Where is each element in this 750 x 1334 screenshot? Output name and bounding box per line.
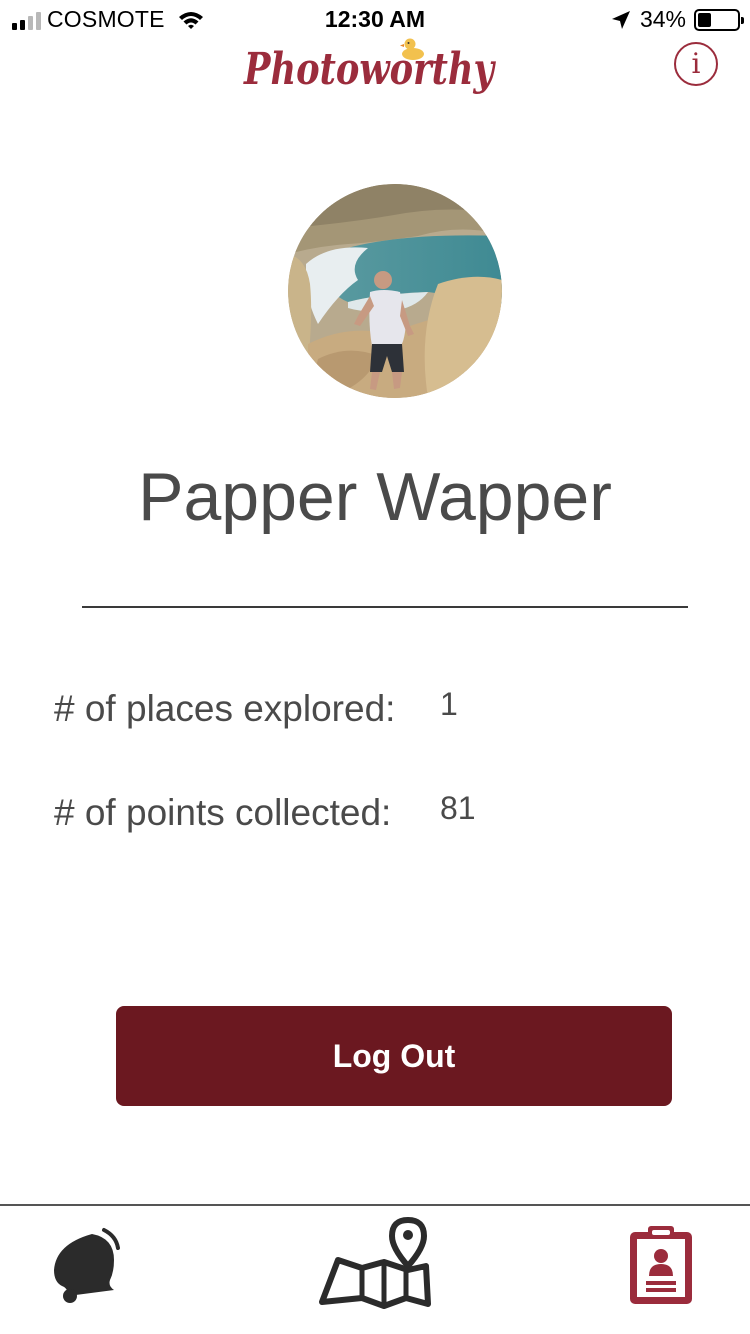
bell-icon [54, 1228, 120, 1303]
battery-percentage: 34% [639, 6, 686, 32]
divider [82, 606, 688, 608]
user-name: Papper Wapper [138, 459, 612, 535]
logo-text: Photoworthy [242, 44, 496, 95]
location-arrow-icon [611, 10, 630, 29]
app-logo: Photoworthy [242, 38, 497, 95]
info-button[interactable]: i [674, 42, 718, 86]
tab-profile[interactable] [628, 1224, 694, 1306]
map-pin-icon [319, 1216, 431, 1309]
places-explored-value: 1 [440, 686, 458, 722]
logout-button[interactable]: Log Out [116, 1006, 672, 1106]
avatar[interactable] [288, 184, 502, 398]
battery-level [698, 12, 711, 27]
status-right: 34% [610, 6, 744, 33]
places-explored-label: # of places explored: [54, 688, 396, 729]
tab-map[interactable] [318, 1216, 432, 1312]
points-collected-value: 81 [440, 790, 476, 826]
clipboard-profile-icon [630, 1226, 692, 1304]
tab-notifications[interactable] [44, 1226, 122, 1304]
battery-icon [694, 8, 744, 31]
tab-bar-divider [0, 1204, 750, 1206]
points-collected-label: # of points collected: [54, 792, 392, 833]
